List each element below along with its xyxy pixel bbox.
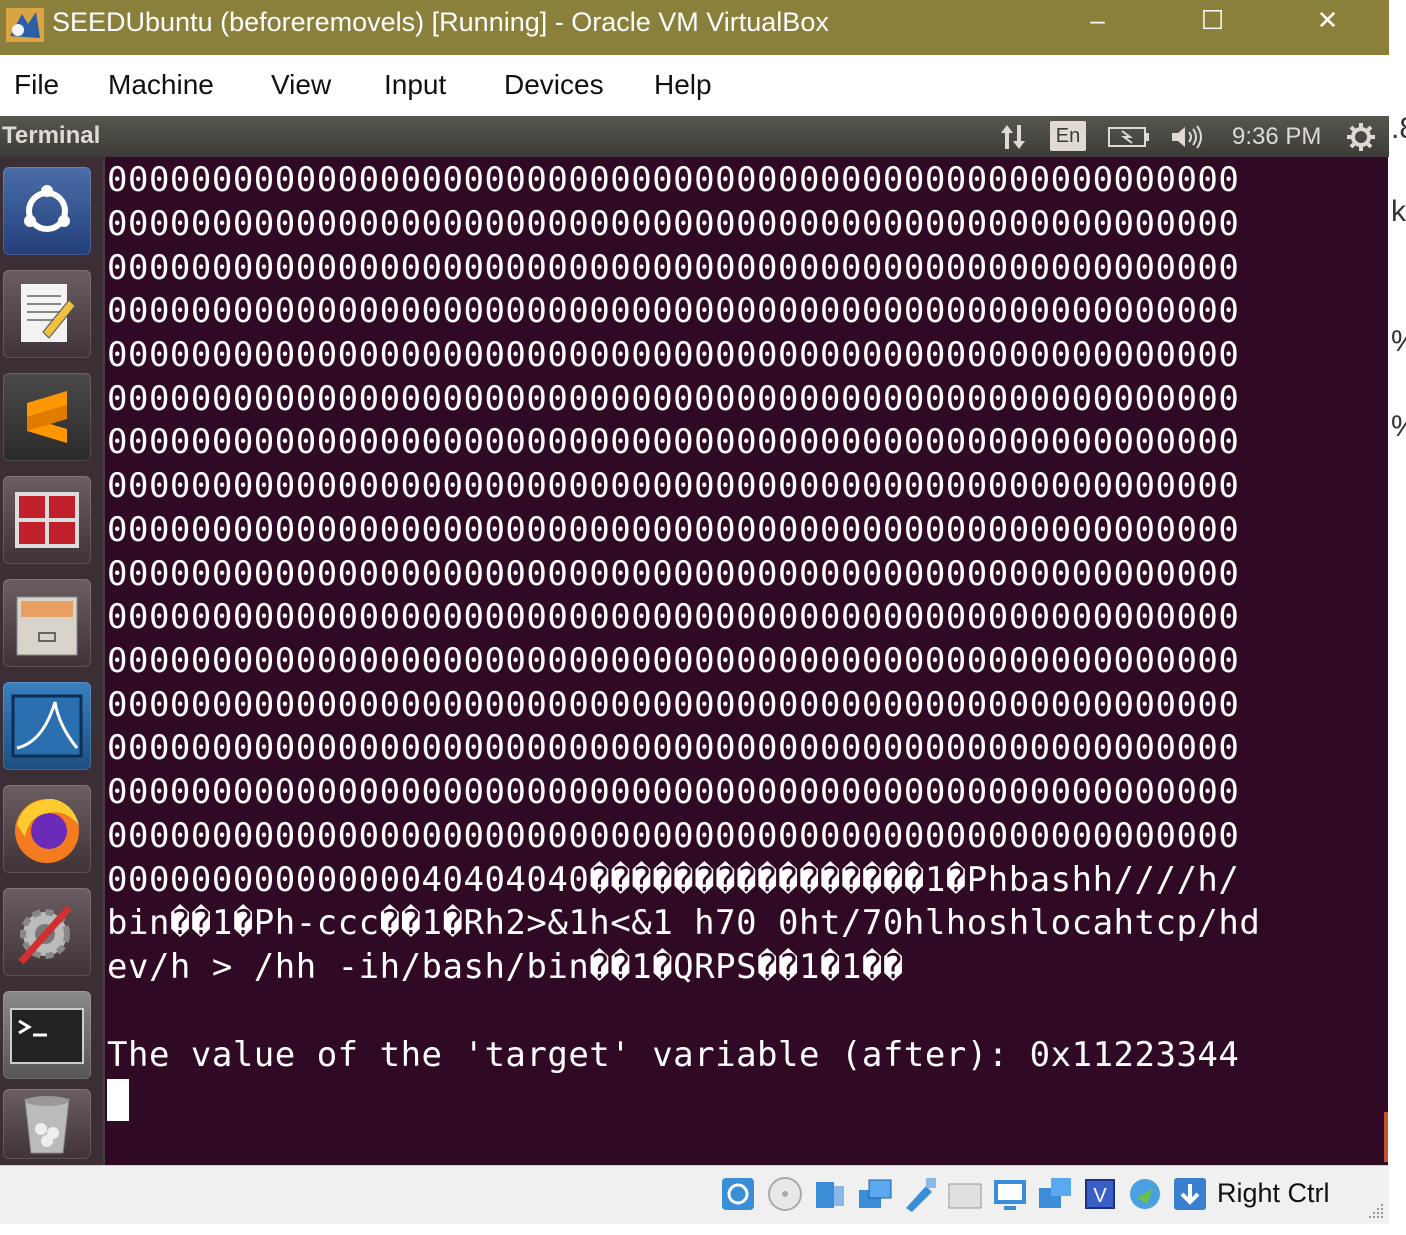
virtualbox-app-icon [6,8,44,42]
edge-text: % [1391,410,1406,444]
session-gear-icon[interactable] [1346,122,1376,152]
background-window-edge: .8 k% % % [1389,0,1406,1235]
terminal-line: 0000000000000000000000000000000000000000… [107,685,1240,725]
terminal-line: 0000000000000000000000000000000000000000… [107,204,1240,244]
keyboard-layout-indicator[interactable]: En [1050,121,1086,151]
terminal-line: 0000000000000000000000000000000000000000… [107,597,1240,637]
launcher-settings[interactable] [3,888,91,976]
unity-launcher [0,157,105,1165]
terminal-line: 00000000000000040404040����������������1… [107,860,1240,900]
terminal-line: 0000000000000000000000000000000000000000… [107,379,1240,419]
terminal-icon [10,1008,84,1064]
terminal-line: 0000000000000000000000000000000000000000… [107,728,1240,768]
svg-text:V: V [1093,1185,1107,1207]
system-settings-icon [18,905,72,965]
hard-disk-icon[interactable] [720,1176,756,1212]
active-app-title: Terminal [2,122,101,149]
firefox-icon [15,799,79,863]
panel-clock[interactable]: 9:36 PM [1232,123,1321,151]
terminal-scroll-marker [1384,1112,1388,1162]
window-title: SEEDUbuntu (beforeremovels) [Running] - … [52,7,829,37]
vm-status-bar: V Right Ctrl [0,1165,1389,1224]
volume-icon[interactable] [1170,124,1206,150]
screen-capture-icon[interactable] [1037,1176,1073,1212]
terminal-line: 0000000000000000000000000000000000000000… [107,466,1240,506]
resize-grip-icon[interactable] [1367,1202,1385,1220]
launcher-sublime[interactable] [3,373,91,461]
keyboard-capture-icon[interactable] [1172,1176,1208,1212]
terminal-line: 0000000000000000000000000000000000000000… [107,641,1240,681]
network-icon[interactable] [857,1176,893,1212]
menu-file[interactable]: File [14,69,59,101]
terminal-line: 0000000000000000000000000000000000000000… [107,422,1240,462]
trash-icon [24,1096,70,1154]
terminal-cursor [107,1079,129,1121]
usb-icon[interactable] [902,1176,938,1212]
maximize-button[interactable]: ☐ [1155,0,1270,40]
terminal-line: 0000000000000000000000000000000000000000… [107,772,1240,812]
launcher-terminal-grid[interactable] [3,476,91,564]
virtualization-icon[interactable]: V [1082,1176,1118,1212]
launcher-trash[interactable] [3,1089,91,1159]
edge-text: k% [1391,195,1406,228]
mouse-integration-icon[interactable] [1127,1176,1163,1212]
launcher-text-editor[interactable] [3,270,91,358]
window-titlebar: SEEDUbuntu (beforeremovels) [Running] - … [0,0,1389,55]
display-icon[interactable] [992,1176,1028,1212]
text-editor-icon [21,284,76,342]
menu-view[interactable]: View [271,69,331,101]
menu-bar: File Machine View Input Devices Help [0,55,1389,116]
menu-help[interactable]: Help [654,69,712,101]
shared-folder-icon[interactable] [947,1176,983,1212]
terminal-result-line: The value of the 'target' variable (afte… [107,1035,1240,1075]
edge-text: % [1391,325,1406,359]
menu-devices[interactable]: Devices [504,69,604,101]
terminal-grid-icon [15,492,79,548]
terminal-line: 0000000000000000000000000000000000000000… [107,554,1240,594]
launcher-wireshark[interactable] [3,682,91,770]
launcher-terminal[interactable] [3,991,91,1079]
wireshark-icon [11,694,83,758]
terminal-line: 0000000000000000000000000000000000000000… [107,291,1240,331]
launcher-dash[interactable] [3,167,91,255]
menu-input[interactable]: Input [384,69,446,101]
terminal-line: ev/h > /hh -ih/bash/bin��1�QRPS��1�1�� [107,947,904,987]
terminal-line: 0000000000000000000000000000000000000000… [107,510,1240,550]
ubuntu-dash-icon [24,185,70,232]
battery-icon[interactable] [1108,125,1150,149]
file-manager-icon [16,596,78,656]
edge-text: .8 [1391,112,1406,145]
terminal-line: 0000000000000000000000000000000000000000… [107,248,1240,288]
launcher-files[interactable] [3,579,91,667]
network-transfer-icon[interactable] [998,123,1028,151]
host-key-label: Right Ctrl [1217,1178,1330,1208]
terminal-line: 0000000000000000000000000000000000000000… [107,816,1240,856]
close-button[interactable]: ✕ [1270,0,1385,40]
terminal-output[interactable]: 0000000000000000000000000000000000000000… [105,157,1388,1165]
minimize-button[interactable]: – [1040,0,1155,40]
terminal-line: bin��1�Ph-ccc��1�Rh2>&1h<&1 h70 0ht/70hl… [107,903,1261,943]
audio-icon[interactable] [812,1176,848,1212]
sublime-text-icon [27,391,67,443]
terminal-line: 0000000000000000000000000000000000000000… [107,160,1240,200]
launcher-firefox[interactable] [3,785,91,873]
terminal-line: 0000000000000000000000000000000000000000… [107,335,1240,375]
ubuntu-top-panel: Terminal En 9:36 PM [0,116,1389,157]
optical-drive-icon[interactable] [767,1176,803,1212]
menu-machine[interactable]: Machine [108,69,214,101]
